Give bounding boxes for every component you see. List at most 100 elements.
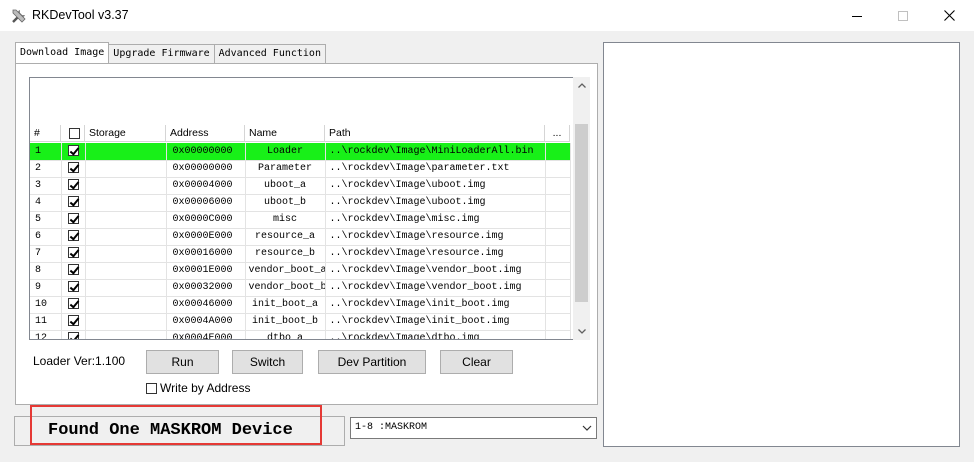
row-enable-checkbox[interactable] — [67, 298, 79, 310]
col-header-num[interactable]: # — [30, 125, 61, 142]
device-select[interactable]: 1-8 :MASKROM — [350, 417, 597, 439]
row-name: init_boot_b — [245, 313, 326, 331]
row-enable-checkbox[interactable] — [67, 179, 79, 191]
col-header-path[interactable]: Path — [325, 125, 545, 142]
tab-strip: Download Image Upgrade Firmware Advanced… — [15, 42, 326, 63]
col-header-storage[interactable]: Storage — [85, 125, 166, 142]
grid-rows: 1 0x00000000 Loader ..\rockdev\Image\MiniLo… — [30, 143, 571, 339]
row-checkbox[interactable] — [61, 160, 86, 178]
row-path[interactable]: ..\rockdev\Image\dtbo.img — [325, 330, 546, 339]
table-row[interactable]: 10 0x00046000 init_boot_a ..\rockdev\Image\… — [30, 296, 571, 314]
clear-button[interactable]: Clear — [440, 350, 513, 374]
col-header-more[interactable]: ... — [545, 125, 570, 142]
col-header-name[interactable]: Name — [245, 125, 325, 142]
minimize-button[interactable] — [834, 0, 880, 31]
row-address[interactable]: 0x0004A000 — [166, 313, 246, 331]
row-address[interactable]: 0x0000E000 — [166, 228, 246, 246]
write-by-address-checkbox[interactable] — [146, 382, 157, 394]
row-checkbox[interactable] — [61, 296, 86, 314]
tab-upgrade-firmware[interactable]: Upgrade Firmware — [109, 44, 215, 63]
row-enable-checkbox[interactable] — [67, 162, 79, 174]
row-checkbox[interactable] — [61, 143, 86, 161]
tab-advanced-function[interactable]: Advanced Function — [214, 44, 326, 63]
table-row[interactable]: 12 0x0004E000 dtbo_a ..\rockdev\Image\dtbo.… — [30, 330, 571, 339]
row-checkbox[interactable] — [61, 194, 86, 212]
select-all-checkbox[interactable] — [69, 127, 80, 139]
close-button[interactable] — [926, 0, 972, 31]
row-checkbox[interactable] — [61, 228, 86, 246]
row-number: 7 — [30, 245, 62, 263]
row-address[interactable]: 0x0000C000 — [166, 211, 246, 229]
row-enable-checkbox[interactable] — [67, 281, 79, 293]
row-path[interactable]: ..\rockdev\Image\uboot.img — [325, 194, 546, 212]
grid-vertical-scrollbar[interactable] — [573, 77, 590, 340]
scroll-up-button[interactable] — [573, 77, 590, 94]
row-path[interactable]: ..\rockdev\Image\parameter.txt — [325, 160, 546, 178]
scroll-down-button[interactable] — [573, 323, 590, 340]
table-row[interactable]: 9 0x00032000 vendor_boot_b ..\rockdev\Image… — [30, 279, 571, 297]
row-path[interactable]: ..\rockdev\Image\resource.img — [325, 245, 546, 263]
row-more — [545, 194, 571, 212]
row-path[interactable]: ..\rockdev\Image\resource.img — [325, 228, 546, 246]
table-row[interactable]: 3 0x00004000 uboot_a ..\rockdev\Image\uboot… — [30, 177, 571, 195]
switch-button[interactable]: Switch — [232, 350, 303, 374]
row-name: resource_b — [245, 245, 326, 263]
row-number: 11 — [30, 313, 62, 331]
scroll-thumb[interactable] — [575, 124, 588, 302]
row-address[interactable]: 0x0004E000 — [166, 330, 246, 339]
row-address[interactable]: 0x00016000 — [166, 245, 246, 263]
row-path[interactable]: ..\rockdev\Image\uboot.img — [325, 177, 546, 195]
col-header-check[interactable] — [61, 125, 85, 142]
row-path[interactable]: ..\rockdev\Image\misc.img — [325, 211, 546, 229]
table-row[interactable]: 1 0x00000000 Loader ..\rockdev\Image\MiniLo… — [30, 143, 571, 161]
row-enable-checkbox[interactable] — [67, 315, 79, 327]
row-checkbox[interactable] — [61, 313, 86, 331]
row-enable-checkbox[interactable] — [67, 332, 79, 339]
row-checkbox[interactable] — [61, 279, 86, 297]
row-name: Parameter — [245, 160, 326, 178]
row-path[interactable]: ..\rockdev\Image\init_boot.img — [325, 296, 546, 314]
row-checkbox[interactable] — [61, 245, 86, 263]
col-header-address[interactable]: Address — [166, 125, 245, 142]
table-row[interactable]: 2 0x00000000 Parameter ..\rockdev\Image\par… — [30, 160, 571, 178]
row-address[interactable]: 0x00006000 — [166, 194, 246, 212]
row-path[interactable]: ..\rockdev\Image\init_boot.img — [325, 313, 546, 331]
row-path[interactable]: ..\rockdev\Image\MiniLoaderAll.bin — [325, 143, 546, 161]
table-row[interactable]: 8 0x0001E000 vendor_boot_a ..\rockdev\Image… — [30, 262, 571, 280]
row-address[interactable]: 0x0001E000 — [166, 262, 246, 280]
grid-header: # Storage Address Name Path ... — [30, 125, 570, 142]
table-row[interactable]: 5 0x0000C000 misc ..\rockdev\Image\misc.img — [30, 211, 571, 229]
row-enable-checkbox[interactable] — [67, 230, 79, 242]
row-address[interactable]: 0x00032000 — [166, 279, 246, 297]
row-path[interactable]: ..\rockdev\Image\vendor_boot.img — [325, 279, 546, 297]
table-row[interactable]: 4 0x00006000 uboot_b ..\rockdev\Image\uboot… — [30, 194, 571, 212]
maximize-icon — [898, 10, 908, 21]
row-enable-checkbox[interactable] — [67, 145, 79, 157]
row-number: 6 — [30, 228, 62, 246]
row-enable-checkbox[interactable] — [67, 264, 79, 276]
write-by-address-option[interactable]: Write by Address — [146, 381, 250, 395]
dev-partition-button[interactable]: Dev Partition — [318, 350, 426, 374]
tab-download-image[interactable]: Download Image — [15, 42, 110, 63]
log-output-area[interactable] — [603, 42, 960, 447]
row-address[interactable]: 0x00000000 — [166, 143, 246, 161]
row-more — [545, 211, 571, 229]
row-checkbox[interactable] — [61, 262, 86, 280]
row-checkbox[interactable] — [61, 330, 86, 339]
row-address[interactable]: 0x00046000 — [166, 296, 246, 314]
table-row[interactable]: 7 0x00016000 resource_b ..\rockdev\Image\re… — [30, 245, 571, 263]
row-address[interactable]: 0x00000000 — [166, 160, 246, 178]
row-enable-checkbox[interactable] — [67, 247, 79, 259]
table-row[interactable]: 11 0x0004A000 init_boot_b ..\rockdev\Image\… — [30, 313, 571, 331]
row-storage — [85, 160, 167, 178]
row-address[interactable]: 0x00004000 — [166, 177, 246, 195]
run-button[interactable]: Run — [146, 350, 219, 374]
row-checkbox[interactable] — [61, 177, 86, 195]
row-enable-checkbox[interactable] — [67, 196, 79, 208]
row-path[interactable]: ..\rockdev\Image\vendor_boot.img — [325, 262, 546, 280]
table-row[interactable]: 6 0x0000E000 resource_a ..\rockdev\Image\re… — [30, 228, 571, 246]
maximize-button[interactable] — [880, 0, 926, 31]
row-enable-checkbox[interactable] — [67, 213, 79, 225]
loader-version-label: Loader Ver:1.100 — [33, 354, 126, 368]
row-checkbox[interactable] — [61, 211, 86, 229]
